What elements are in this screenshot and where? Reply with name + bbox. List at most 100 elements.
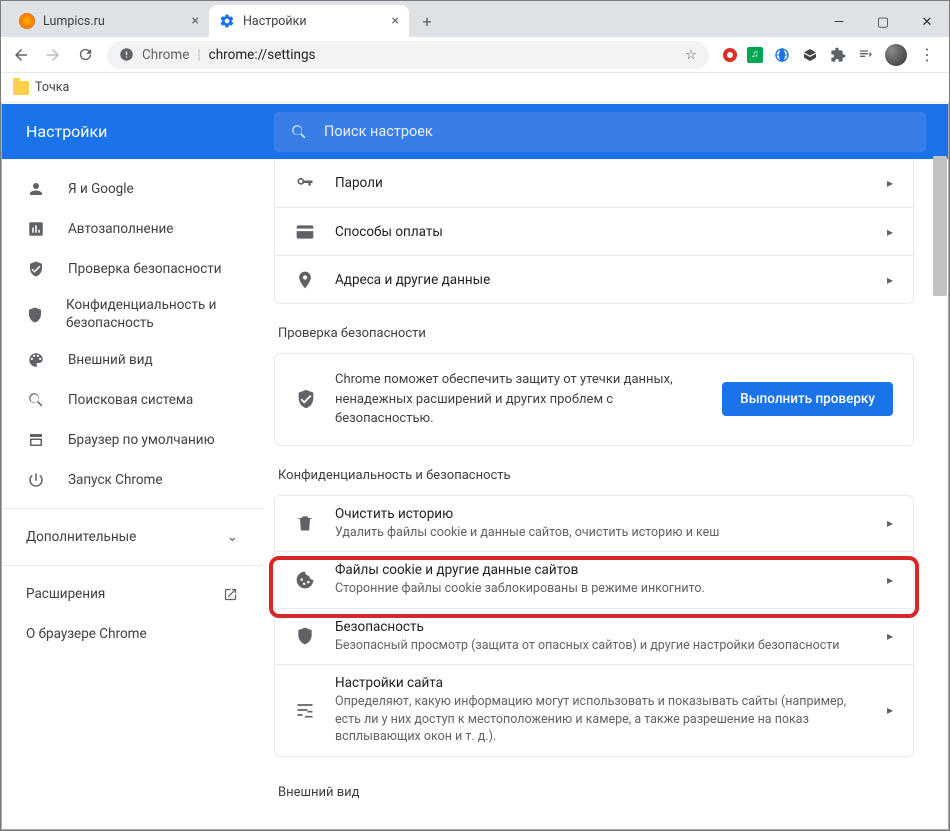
row-security[interactable]: Безопасность Безопасный просмотр (защита… bbox=[275, 608, 913, 665]
row-title: Очистить историю bbox=[335, 506, 867, 522]
maximize-button[interactable]: ▢ bbox=[861, 7, 905, 37]
address-bar[interactable]: Chrome | chrome://settings ☆ bbox=[107, 41, 709, 69]
reading-list-icon[interactable] bbox=[857, 46, 875, 64]
tab-title: Lumpics.ru bbox=[43, 14, 105, 29]
url-text: chrome://settings bbox=[209, 47, 316, 63]
toolbar: Chrome | chrome://settings ☆ ♫ ⋮ bbox=[1, 37, 949, 73]
sidebar-item-autofill[interactable]: Автозаполнение bbox=[2, 209, 262, 249]
extensions-label: Расширения bbox=[26, 586, 105, 602]
sidebar-item-default-browser[interactable]: Браузер по умолчанию bbox=[2, 420, 262, 460]
row-clear-browsing-data[interactable]: Очистить историю Удалить файлы cookie и … bbox=[275, 496, 913, 552]
extensions-icon[interactable] bbox=[829, 46, 847, 64]
row-site-settings[interactable]: Настройки сайта Определяют, какую информ… bbox=[275, 664, 913, 756]
run-safety-check-button[interactable]: Выполнить проверку bbox=[722, 382, 893, 416]
extensions-area: ♫ ⋮ bbox=[717, 44, 943, 66]
scrollbar-thumb[interactable] bbox=[933, 156, 947, 296]
sidebar-separator bbox=[2, 565, 262, 566]
chevron-right-icon: ▸ bbox=[887, 225, 893, 239]
chevron-right-icon: ▸ bbox=[887, 516, 893, 530]
chevron-right-icon: ▸ bbox=[887, 273, 893, 287]
reload-button[interactable] bbox=[71, 41, 99, 69]
sidebar-item-label: Браузер по умолчанию bbox=[68, 432, 215, 448]
search-icon bbox=[290, 123, 308, 141]
tab-title: Настройки bbox=[243, 14, 307, 29]
palette-icon bbox=[26, 351, 46, 369]
forward-button[interactable] bbox=[39, 41, 67, 69]
row-title: Пароли bbox=[335, 175, 867, 191]
sidebar-item-privacy[interactable]: Конфиденциальность и безопасность bbox=[2, 289, 262, 340]
about-label: О браузере Chrome bbox=[26, 626, 147, 642]
close-icon[interactable]: × bbox=[392, 13, 399, 29]
profile-avatar[interactable] bbox=[885, 44, 907, 66]
star-icon[interactable]: ☆ bbox=[685, 47, 697, 63]
chevron-right-icon: ▸ bbox=[887, 629, 893, 643]
sidebar-item-label: Проверка безопасности bbox=[68, 261, 222, 277]
row-cookies[interactable]: Файлы cookie и другие данные сайтов Стор… bbox=[275, 551, 913, 608]
sidebar-extensions-link[interactable]: Расширения bbox=[2, 574, 262, 614]
section-heading-appearance: Внешний вид bbox=[278, 785, 914, 800]
sliders-icon bbox=[295, 700, 315, 720]
open-in-new-icon bbox=[223, 587, 238, 602]
ext-icon-3[interactable] bbox=[773, 46, 791, 64]
page-title: Настройки bbox=[2, 122, 274, 141]
tab-lumpics[interactable]: Lumpics.ru × bbox=[9, 5, 209, 37]
bookmark-label: Точка bbox=[35, 80, 69, 95]
browser-window: Lumpics.ru × Настройки × + — ▢ ✕ Chrome … bbox=[0, 0, 950, 831]
chevron-right-icon: ▸ bbox=[887, 703, 893, 717]
close-icon[interactable]: × bbox=[192, 13, 199, 29]
sidebar-item-you-and-google[interactable]: Я и Google bbox=[2, 169, 262, 209]
site-info-icon[interactable] bbox=[119, 47, 134, 62]
chevron-down-icon: ⌄ bbox=[227, 529, 238, 545]
favicon-lumpics bbox=[19, 13, 35, 29]
shield-icon bbox=[295, 626, 315, 646]
sidebar-item-appearance[interactable]: Внешний вид bbox=[2, 340, 262, 380]
row-title: Адреса и другие данные bbox=[335, 272, 867, 288]
bookmark-tochka[interactable]: Точка bbox=[13, 80, 69, 95]
tab-settings[interactable]: Настройки × bbox=[209, 5, 409, 37]
advanced-label: Дополнительные bbox=[26, 529, 136, 545]
minimize-button[interactable]: — bbox=[817, 7, 861, 37]
ext-icon-2[interactable]: ♫ bbox=[747, 47, 763, 63]
settings-main[interactable]: Пароли ▸ Способы оплаты ▸ Адреса и други… bbox=[262, 159, 948, 829]
section-heading-privacy: Конфиденциальность и безопасность bbox=[278, 468, 914, 483]
location-icon bbox=[295, 270, 315, 290]
sidebar-about-chrome[interactable]: О браузере Chrome bbox=[2, 614, 262, 654]
url-divider: | bbox=[197, 47, 200, 63]
settings-sidebar: Я и Google Автозаполнение Проверка безоп… bbox=[2, 159, 262, 829]
row-addresses[interactable]: Адреса и другие данные ▸ bbox=[275, 255, 913, 303]
browser-icon bbox=[26, 431, 46, 449]
safety-check-text: Chrome поможет обеспечить защиту от утеч… bbox=[335, 370, 704, 429]
sidebar-item-label: Поисковая система bbox=[68, 392, 193, 408]
section-heading-safety: Проверка безопасности bbox=[278, 326, 914, 341]
back-button[interactable] bbox=[7, 41, 35, 69]
ext-icon-1[interactable] bbox=[723, 48, 737, 62]
sidebar-item-on-startup[interactable]: Запуск Chrome bbox=[2, 460, 262, 500]
sidebar-advanced-toggle[interactable]: Дополнительные ⌄ bbox=[2, 517, 262, 557]
row-subtitle: Определяют, какую информацию могут испол… bbox=[335, 693, 867, 746]
credit-card-icon bbox=[295, 222, 315, 242]
new-tab-button[interactable]: + bbox=[413, 7, 441, 35]
person-icon bbox=[26, 180, 46, 198]
row-passwords[interactable]: Пароли ▸ bbox=[275, 159, 913, 207]
sidebar-item-label: Автозаполнение bbox=[68, 221, 173, 237]
search-input[interactable]: Поиск настроек bbox=[274, 112, 926, 152]
menu-button[interactable]: ⋮ bbox=[917, 45, 937, 64]
row-subtitle: Безопасный просмотр (защита от опасных с… bbox=[335, 637, 867, 655]
ext-icon-4[interactable] bbox=[801, 46, 819, 64]
sidebar-item-search-engine[interactable]: Поисковая система bbox=[2, 380, 262, 420]
sidebar-item-safety-check[interactable]: Проверка безопасности bbox=[2, 249, 262, 289]
close-window-button[interactable]: ✕ bbox=[905, 7, 949, 37]
shield-check-icon bbox=[295, 388, 317, 410]
search-icon bbox=[26, 391, 46, 409]
shield-icon bbox=[26, 306, 44, 324]
folder-icon bbox=[13, 81, 29, 95]
window-controls: — ▢ ✕ bbox=[817, 7, 949, 37]
privacy-card: Очистить историю Удалить файлы cookie и … bbox=[274, 495, 914, 757]
sidebar-item-label: Я и Google bbox=[68, 181, 134, 197]
row-payment-methods[interactable]: Способы оплаты ▸ bbox=[275, 207, 913, 255]
gear-icon bbox=[219, 13, 235, 29]
chevron-right-icon: ▸ bbox=[887, 176, 893, 190]
bookmarks-bar: Точка bbox=[1, 73, 949, 103]
trash-icon bbox=[295, 513, 315, 533]
autofill-icon bbox=[26, 220, 46, 238]
